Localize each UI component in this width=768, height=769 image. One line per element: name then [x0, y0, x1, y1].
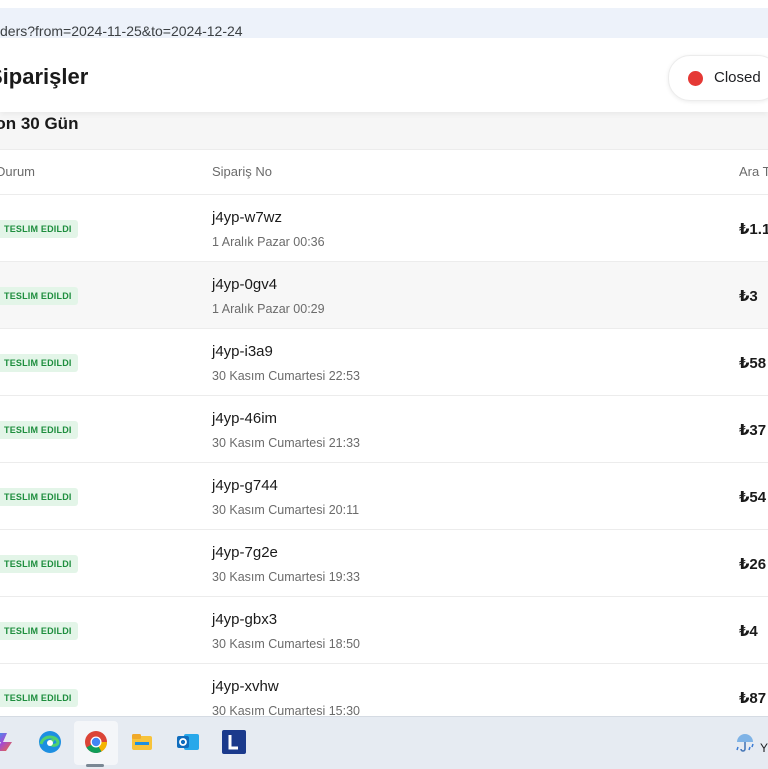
order-date: 30 Kasım Cumartesi 19:33 — [212, 570, 360, 584]
tray-text: Y — [760, 741, 768, 755]
order-subtotal: ₺26 — [739, 556, 767, 573]
order-date: 30 Kasım Cumartesi 15:30 — [212, 704, 360, 716]
order-subtotal: ₺3 — [739, 288, 758, 305]
order-number[interactable]: j4yp-g744 — [212, 477, 278, 494]
section-title: Son 30 Gün — [0, 114, 79, 133]
status-badge: TESLIM EDILDI — [0, 488, 78, 506]
status-dot-icon — [688, 71, 703, 86]
status-badge: TESLIM EDILDI — [0, 622, 78, 640]
browser-address-bar: ders?from=2024-11-25&to=2024-12-24 — [0, 0, 768, 44]
status-badge: TESLIM EDILDI — [0, 220, 78, 238]
order-subtotal: ₺4 — [739, 623, 758, 640]
order-subtotal: ₺37 — [739, 422, 767, 439]
page-header: Siparişler Closed — [0, 44, 768, 112]
table-row[interactable]: TESLIM EDILDI j4yp-i3a9 30 Kasım Cumartesi… — [0, 329, 768, 396]
order-number[interactable]: j4yp-gbx3 — [212, 611, 277, 628]
active-app-indicator — [86, 764, 104, 767]
order-number[interactable]: j4yp-w7wz — [212, 209, 282, 226]
table-row[interactable]: TESLIM EDILDI j4yp-xvhw 30 Kasım Cumartesi… — [0, 664, 768, 716]
status-badge: TESLIM EDILDI — [0, 287, 78, 305]
order-subtotal: ₺58 — [739, 355, 767, 372]
order-subtotal: ₺1.16 — [739, 221, 768, 238]
order-date: 1 Aralık Pazar 00:36 — [212, 235, 325, 249]
order-subtotal: ₺87 — [739, 690, 767, 707]
url-field[interactable]: ders?from=2024-11-25&to=2024-12-24 — [0, 8, 768, 39]
weather-rain-icon[interactable] — [732, 729, 758, 755]
chrome-icon[interactable] — [83, 729, 109, 755]
store-status-button[interactable]: Closed — [668, 55, 768, 101]
order-number[interactable]: j4yp-0gv4 — [212, 276, 277, 293]
file-explorer-icon[interactable] — [129, 729, 155, 755]
url-text[interactable]: ders?from=2024-11-25&to=2024-12-24 — [0, 23, 243, 39]
order-date: 30 Kasım Cumartesi 18:50 — [212, 637, 360, 651]
order-date: 30 Kasım Cumartesi 20:11 — [212, 503, 360, 517]
table-body: TESLIM EDILDI j4yp-w7wz 1 Aralık Pazar 00:… — [0, 195, 768, 716]
order-number[interactable]: j4yp-i3a9 — [212, 343, 273, 360]
status-label: Closed — [714, 69, 761, 86]
orders-table: Durum Sipariş No Ara T TESLIM EDILDI j4yp… — [0, 149, 768, 716]
table-row[interactable]: TESLIM EDILDI j4yp-46im 30 Kasım Cumartesi… — [0, 396, 768, 463]
orders-page: Siparişler Closed Son 30 Gün Durum Sipar… — [0, 44, 768, 716]
table-row[interactable]: TESLIM EDILDI j4yp-gbx3 30 Kasım Cumartesi… — [0, 597, 768, 664]
column-order-no[interactable]: Sipariş No — [212, 164, 272, 179]
l-app-icon[interactable] — [221, 729, 247, 755]
order-date: 30 Kasım Cumartesi 22:53 — [212, 369, 360, 383]
outlook-icon[interactable] — [175, 729, 201, 755]
order-number[interactable]: j4yp-xvhw — [212, 678, 279, 695]
taskbar: Y — [0, 716, 768, 769]
copilot-icon[interactable] — [0, 729, 18, 755]
column-status[interactable]: Durum — [0, 164, 35, 179]
status-badge: TESLIM EDILDI — [0, 354, 78, 372]
status-badge: TESLIM EDILDI — [0, 689, 78, 707]
status-badge: TESLIM EDILDI — [0, 421, 78, 439]
table-header: Durum Sipariş No Ara T — [0, 149, 768, 195]
table-row[interactable]: TESLIM EDILDI j4yp-g744 30 Kasım Cumartesi… — [0, 463, 768, 530]
order-number[interactable]: j4yp-7g2e — [212, 544, 278, 561]
page-title: Siparişler — [0, 64, 89, 89]
order-subtotal: ₺54 — [739, 489, 767, 506]
table-row[interactable]: TESLIM EDILDI j4yp-w7wz 1 Aralık Pazar 00:… — [0, 195, 768, 262]
order-date: 30 Kasım Cumartesi 21:33 — [212, 436, 360, 450]
table-row[interactable]: TESLIM EDILDI j4yp-0gv4 1 Aralık Pazar 00:… — [0, 262, 768, 329]
order-number[interactable]: j4yp-46im — [212, 410, 277, 427]
edge-icon[interactable] — [37, 729, 63, 755]
table-row[interactable]: TESLIM EDILDI j4yp-7g2e 30 Kasım Cumartesi… — [0, 530, 768, 597]
column-subtotal[interactable]: Ara T — [739, 164, 768, 179]
status-badge: TESLIM EDILDI — [0, 555, 78, 573]
order-date: 1 Aralık Pazar 00:29 — [212, 302, 325, 316]
